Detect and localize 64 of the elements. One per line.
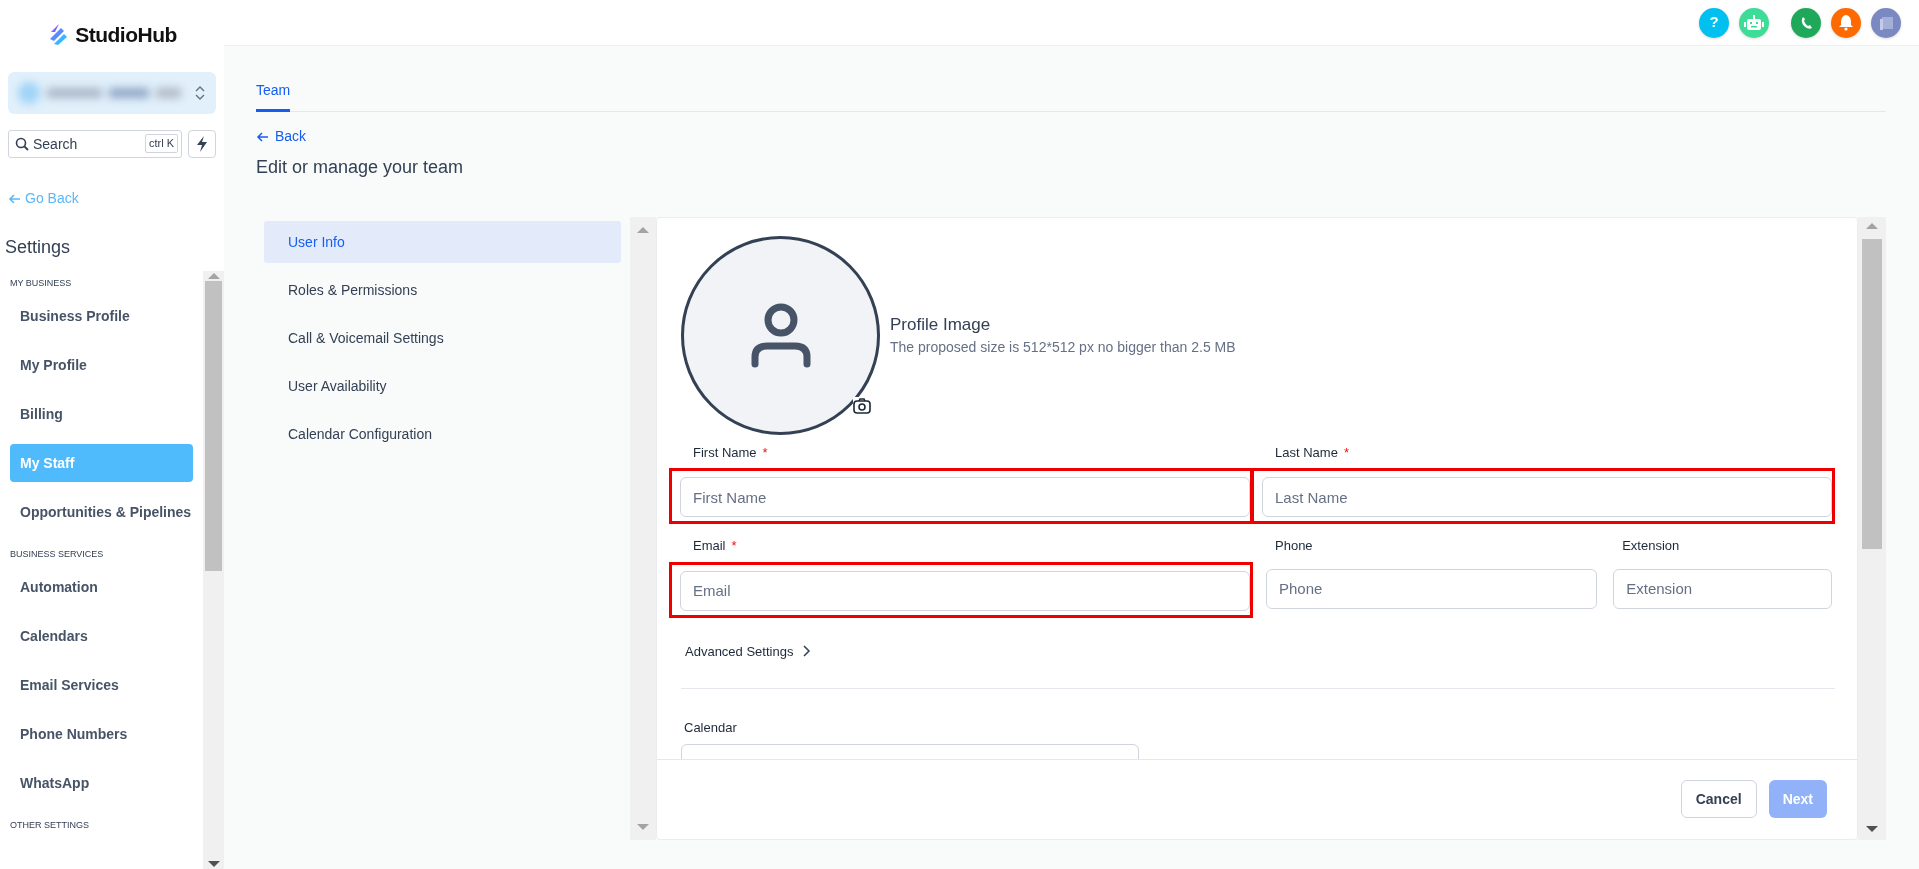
settings-title: Settings <box>5 236 72 259</box>
robot-icon <box>1744 14 1764 31</box>
arrow-left-icon <box>8 192 21 205</box>
sidebar-item[interactable]: Opportunities & Pipelines <box>10 493 193 531</box>
notifications-button[interactable] <box>1831 7 1861 38</box>
step-tab[interactable]: User Availability <box>264 364 621 407</box>
phone-button[interactable] <box>1791 7 1821 38</box>
step-tab[interactable]: Roles & Permissions <box>264 268 621 311</box>
back-link[interactable]: Back <box>256 126 307 147</box>
field-label: Last Name * <box>1275 443 1349 462</box>
sidebar-item[interactable]: Billing <box>10 395 193 433</box>
field-label: First Name * <box>693 443 768 462</box>
required-mark: * <box>762 444 768 460</box>
input-field[interactable]: Phone <box>1266 568 1598 609</box>
bell-icon <box>1838 14 1854 31</box>
quick-action-button[interactable] <box>188 130 216 158</box>
field-label: Email * <box>693 537 737 556</box>
arrow-left-icon <box>256 130 269 143</box>
account-switcher[interactable] <box>8 72 216 114</box>
scrollbar[interactable] <box>630 216 656 840</box>
field-label: Calendar <box>684 718 737 737</box>
search-icon <box>15 137 29 151</box>
sidebar-item[interactable]: Phone Numbers <box>10 715 193 753</box>
section-heading: MY BUSINESS <box>10 277 72 291</box>
required-mark: * <box>731 538 737 554</box>
step-tab[interactable]: Calendar Configuration <box>264 412 621 455</box>
scrollbar[interactable] <box>203 271 224 869</box>
size-hint: The proposed size is 512*512 px no bigger than 2.5 MB <box>890 338 1236 358</box>
step-tab[interactable]: Call & Voicemail Settings <box>264 316 621 359</box>
brand-name: StudioHub <box>75 22 177 49</box>
sidebar-item[interactable]: Email Services <box>10 666 193 704</box>
sidebar-item[interactable]: Automation <box>10 568 193 606</box>
scrollbar[interactable] <box>1858 216 1886 840</box>
chevron-updown-icon <box>194 85 206 101</box>
camera-icon[interactable] <box>853 396 871 414</box>
advanced-settings-toggle[interactable]: Advanced Settings <box>685 641 814 662</box>
section-heading: BUSINESS SERVICES <box>10 548 104 562</box>
input-field[interactable]: Email <box>680 570 1250 611</box>
input-field[interactable]: Last Name <box>1262 477 1832 518</box>
step-tab[interactable]: User Info <box>264 220 621 263</box>
person-icon <box>750 302 811 369</box>
scroll-up-icon[interactable] <box>636 224 650 235</box>
cancel-button[interactable]: Cancel <box>1680 780 1757 819</box>
scroll-up-icon[interactable] <box>1865 220 1879 231</box>
lightning-icon <box>194 135 210 153</box>
profile-image-title: Profile Image <box>890 313 992 336</box>
shortcut-hint: ctrl K <box>144 134 178 153</box>
scroll-down-icon[interactable] <box>206 859 221 869</box>
sidebar-item[interactable]: WhatsApp <box>10 764 193 802</box>
page-heading: Edit or manage your team <box>256 157 465 179</box>
section-heading: OTHER SETTINGS <box>10 819 89 833</box>
input-field[interactable]: First Name <box>680 477 1250 518</box>
scroll-down-icon[interactable] <box>1865 823 1879 834</box>
sidebar-item[interactable]: My Profile <box>10 346 193 384</box>
input-field[interactable]: Extension <box>1613 568 1832 609</box>
user-avatar[interactable] <box>1871 7 1901 38</box>
field-label: Phone <box>1275 537 1313 556</box>
field-label: Extension <box>1622 537 1680 556</box>
tab[interactable]: Team <box>256 80 291 112</box>
avatar-icon <box>1878 14 1894 31</box>
sidebar-item[interactable]: Calendars <box>10 617 193 655</box>
required-mark: * <box>1343 444 1349 460</box>
sidebar-item[interactable]: Business Profile <box>10 297 193 335</box>
assistant-button[interactable] <box>1739 7 1769 38</box>
